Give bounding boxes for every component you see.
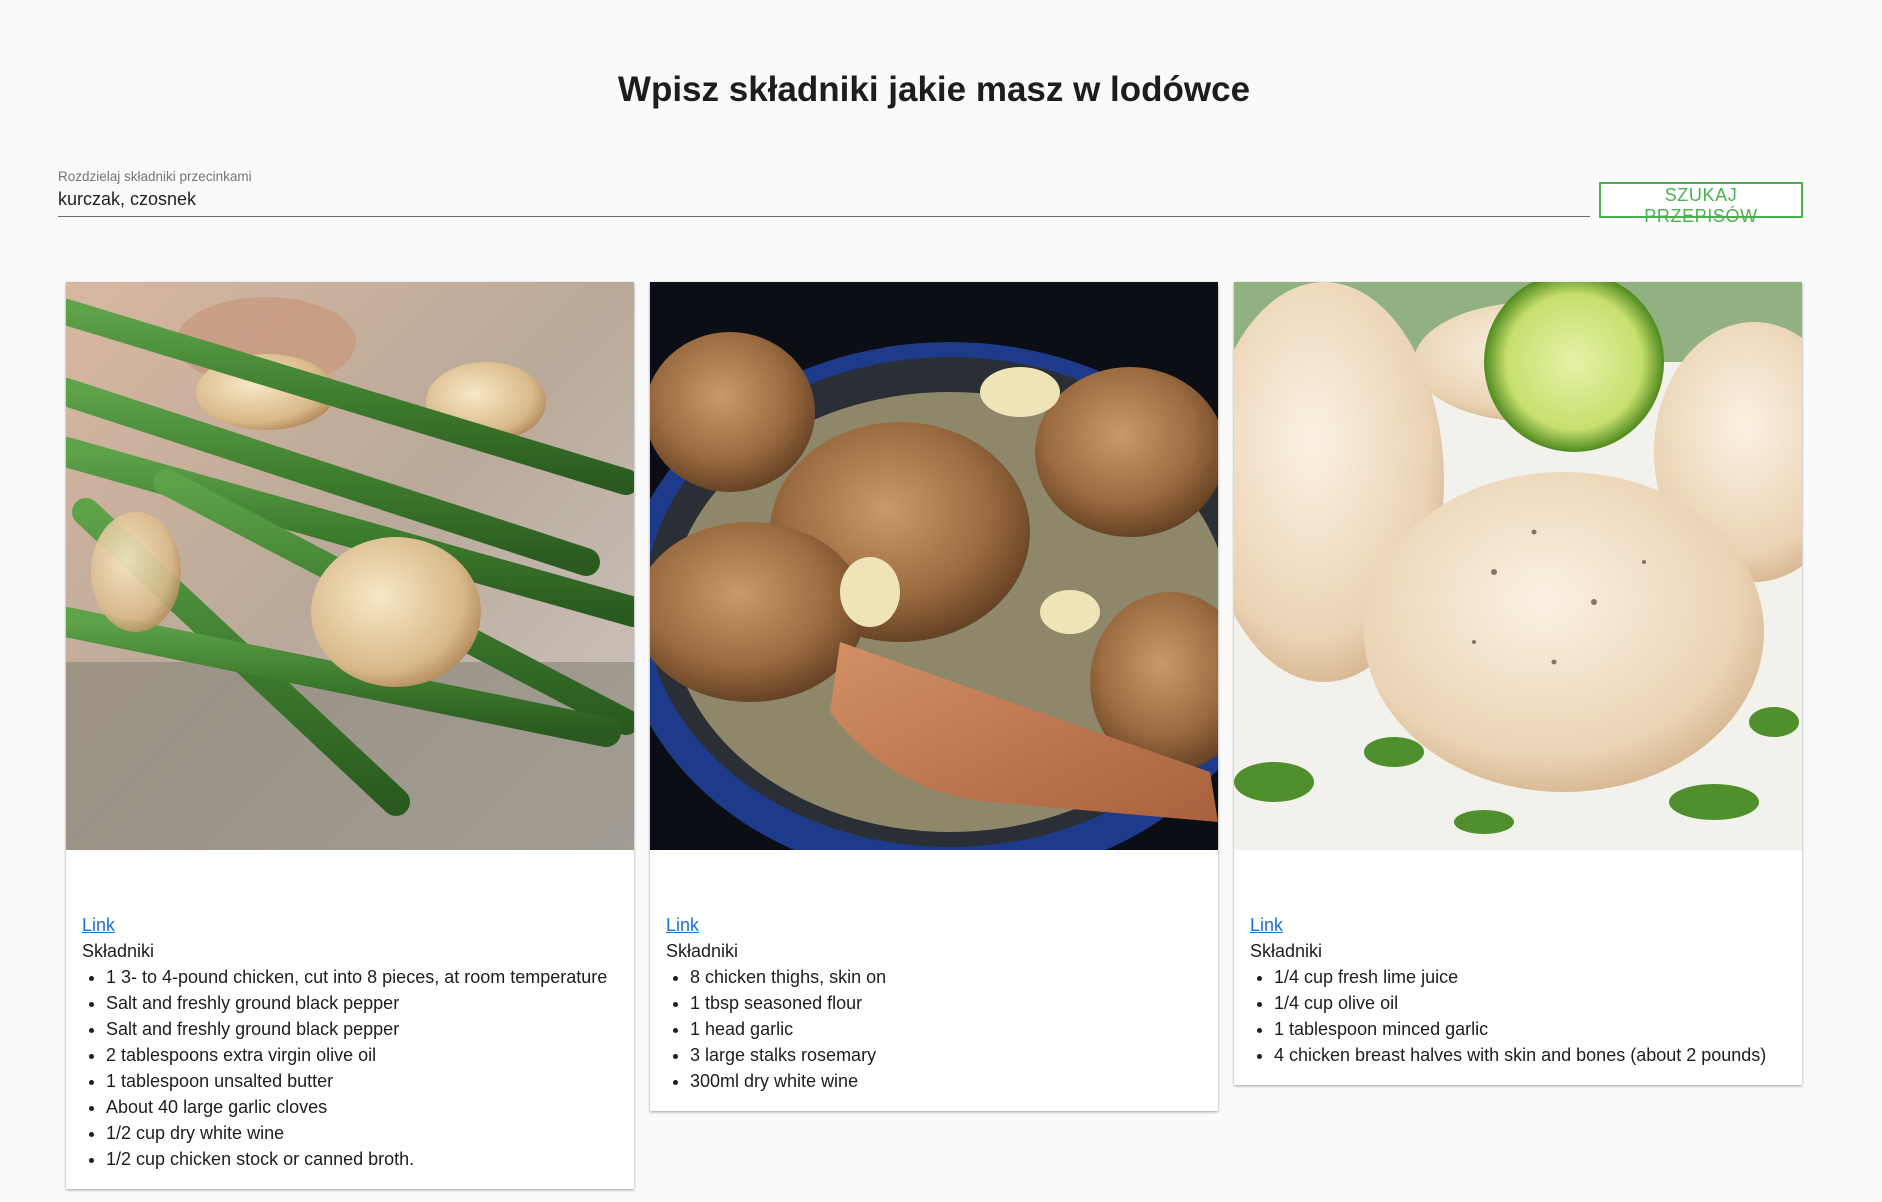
search-recipes-button[interactable]: SZUKAJ PRZEPISÓW: [1599, 182, 1803, 226]
ingredient-list: 8 chicken thighs, skin on 1 tbsp seasone…: [666, 964, 1202, 1094]
ingredient-item: 4 chicken breast halves with skin and bo…: [1274, 1042, 1786, 1068]
recipe-card: Link Składniki 1/4 cup fresh lime juice …: [1234, 282, 1802, 1085]
ingredient-item: 1/4 cup fresh lime juice: [1274, 964, 1786, 990]
ingredients-field-label: Rozdzielaj składniki przecinkami: [58, 169, 252, 184]
ingredients-input[interactable]: [58, 187, 1586, 211]
recipe-image-green-beans: [66, 282, 634, 850]
ingredients-heading: Składniki: [666, 941, 739, 961]
ingredient-item: 8 chicken thighs, skin on: [690, 964, 1202, 990]
recipe-search-page: Wpisz składniki jakie masz w lodówce Roz…: [0, 0, 1882, 1202]
recipe-link[interactable]: Link: [666, 912, 1202, 938]
recipe-card: Link Składniki 8 chicken thighs, skin on…: [650, 282, 1218, 1111]
ingredient-item: 1 3- to 4-pound chicken, cut into 8 piec…: [106, 964, 618, 990]
ingredients-heading: Składniki: [1250, 941, 1323, 961]
ingredient-item: Salt and freshly ground black pepper: [106, 990, 618, 1016]
recipe-card-body: Link Składniki 1 3- to 4-pound chicken, …: [66, 912, 634, 1172]
ingredients-heading: Składniki: [82, 941, 155, 961]
ingredient-item: 1/4 cup olive oil: [1274, 990, 1786, 1016]
recipe-card-body: Link Składniki 1/4 cup fresh lime juice …: [1234, 912, 1802, 1068]
ingredient-list: 1/4 cup fresh lime juice 1/4 cup olive o…: [1250, 964, 1786, 1068]
recipe-card: Link Składniki 1 3- to 4-pound chicken, …: [66, 282, 634, 1189]
recipe-image-chicken-breast: [1234, 282, 1802, 850]
ingredient-item: 1 tbsp seasoned flour: [690, 990, 1202, 1016]
recipe-link[interactable]: Link: [82, 912, 618, 938]
ingredient-item: 1/2 cup chicken stock or canned broth.: [106, 1146, 618, 1172]
ingredient-item: 1/2 cup dry white wine: [106, 1120, 618, 1146]
ingredient-item: 2 tablespoons extra virgin olive oil: [106, 1042, 618, 1068]
page-title: Wpisz składniki jakie masz w lodówce: [617, 70, 1251, 109]
ingredients-field: Rozdzielaj składniki przecinkami: [58, 168, 1590, 217]
recipe-image-chicken-thighs: [650, 282, 1218, 850]
ingredient-item: 1 tablespoon minced garlic: [1274, 1016, 1786, 1042]
ingredient-item: Salt and freshly ground black pepper: [106, 1016, 618, 1042]
ingredient-item: 1 head garlic: [690, 1016, 1202, 1042]
ingredient-item: 300ml dry white wine: [690, 1068, 1202, 1094]
recipe-card-body: Link Składniki 8 chicken thighs, skin on…: [650, 912, 1218, 1094]
ingredient-item: 3 large stalks rosemary: [690, 1042, 1202, 1068]
recipe-link[interactable]: Link: [1250, 912, 1786, 938]
ingredient-item: 1 tablespoon unsalted butter: [106, 1068, 618, 1094]
ingredient-item: About 40 large garlic cloves: [106, 1094, 618, 1120]
ingredient-list: 1 3- to 4-pound chicken, cut into 8 piec…: [82, 964, 618, 1172]
search-row: Rozdzielaj składniki przecinkami SZUKAJ …: [58, 168, 1803, 226]
